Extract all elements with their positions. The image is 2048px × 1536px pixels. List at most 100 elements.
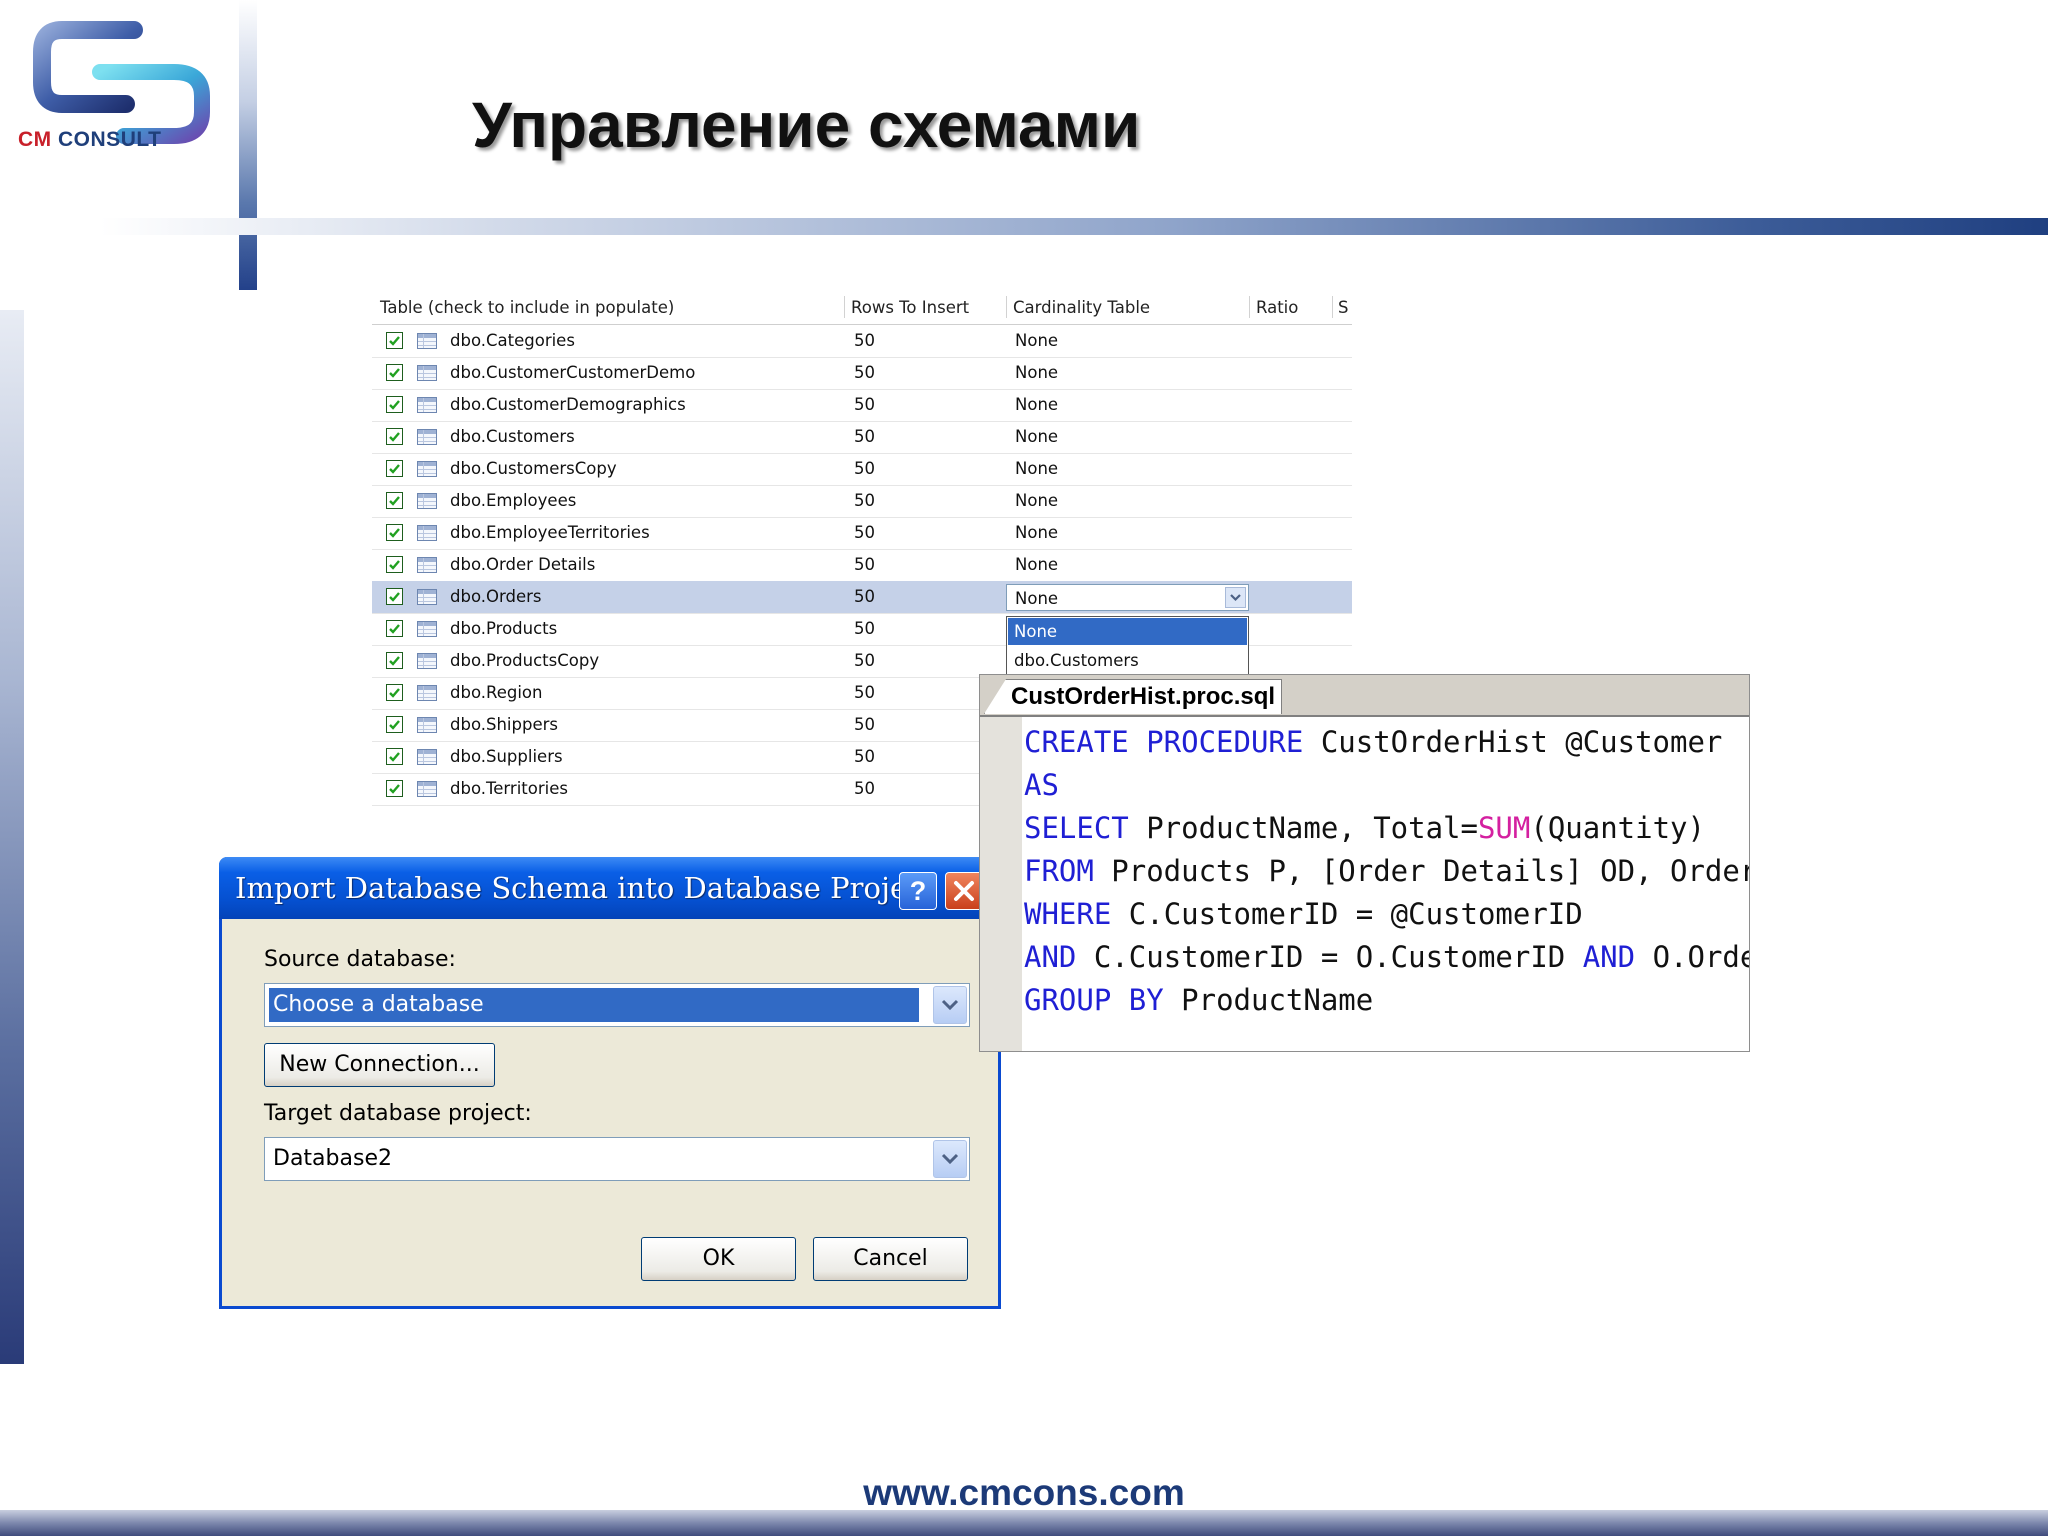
dropdown-arrow[interactable] [1225,587,1246,608]
dropdown-arrow[interactable] [933,1140,967,1178]
include-checkbox[interactable] [386,748,403,765]
table-row[interactable]: dbo.CustomersCopy 50 None [372,453,1352,486]
cardinality-value[interactable]: None [1015,395,1058,414]
cardinality-select[interactable]: None [1006,584,1249,611]
checkmark-icon [389,560,400,570]
rows-to-insert[interactable]: 50 [854,427,875,446]
table-icon [417,397,437,413]
include-checkbox[interactable] [386,620,403,637]
col-header-s[interactable]: S [1338,298,1348,317]
table-name: dbo.ProductsCopy [450,651,600,670]
rows-to-insert[interactable]: 50 [854,651,875,670]
table-name: dbo.Suppliers [450,747,563,766]
logo-text: CM CONSULT [18,128,162,151]
table-icon [417,429,437,445]
new-connection-button[interactable]: New Connection... [264,1043,495,1087]
table-row[interactable]: dbo.CustomerDemographics 50 None [372,389,1352,422]
grid-header: Table (check to include in populate) Row… [372,292,1352,325]
rows-to-insert[interactable]: 50 [854,459,875,478]
cardinality-value[interactable]: None [1015,363,1058,382]
col-header-rows[interactable]: Rows To Insert [851,298,969,317]
rows-to-insert[interactable]: 50 [854,619,875,638]
table-row[interactable]: dbo.Orders 50 None [372,581,1352,614]
source-database-select[interactable]: Choose a database [264,983,970,1027]
col-header-cardinality[interactable]: Cardinality Table [1013,298,1150,317]
sql-text: C.CustomerID = @CustomerID [1111,897,1583,931]
table-name: dbo.Products [450,619,558,638]
cardinality-value[interactable]: None [1015,427,1058,446]
include-checkbox[interactable] [386,780,403,797]
col-header-table[interactable]: Table (check to include in populate) [380,298,674,317]
table-icon [417,621,437,637]
help-button[interactable]: ? [899,872,937,910]
include-checkbox[interactable] [386,492,403,509]
table-icon [417,781,437,797]
dialog-titlebar: Import Database Schema into Database Pro… [219,857,1001,919]
table-icon [417,461,437,477]
include-checkbox[interactable] [386,652,403,669]
editor-gutter [980,717,1022,1051]
table-name: dbo.Region [450,683,543,702]
code-line: WHERE C.CustomerID = @CustomerID [1024,893,1749,936]
sql-code[interactable]: CREATE PROCEDURE CustOrderHist @Customer… [1024,721,1749,1022]
include-checkbox[interactable] [386,428,403,445]
include-checkbox[interactable] [386,684,403,701]
dropdown-option-none[interactable]: None [1008,618,1247,645]
rows-to-insert[interactable]: 50 [854,747,875,766]
target-project-label: Target database project: [264,1101,532,1126]
table-name: dbo.CustomerCustomerDemo [450,363,696,382]
rows-to-insert[interactable]: 50 [854,715,875,734]
table-row[interactable]: dbo.Categories 50 None [372,325,1352,358]
rows-to-insert[interactable]: 50 [854,683,875,702]
checkmark-icon [389,688,400,698]
include-checkbox[interactable] [386,364,403,381]
table-row[interactable]: dbo.Employees 50 None [372,485,1352,518]
dropdown-option-customers[interactable]: dbo.Customers [1008,647,1247,674]
include-checkbox[interactable] [386,332,403,349]
rows-to-insert[interactable]: 50 [854,587,875,606]
cardinality-value[interactable]: None [1015,491,1058,510]
rows-to-insert[interactable]: 50 [854,491,875,510]
rows-to-insert[interactable]: 50 [854,779,875,798]
cancel-button[interactable]: Cancel [813,1237,968,1281]
ok-button[interactable]: OK [641,1237,796,1281]
checkmark-icon [389,720,400,730]
table-icon [417,717,437,733]
table-row[interactable]: dbo.Order Details 50 None [372,549,1352,582]
rows-to-insert[interactable]: 50 [854,523,875,542]
sql-editor: CustOrderHist.proc.sql CREATE PROCEDURE … [979,674,1750,1052]
sql-keyword: SELECT [1024,811,1129,845]
include-checkbox[interactable] [386,588,403,605]
cardinality-value[interactable]: None [1015,555,1058,574]
cardinality-value[interactable]: None [1015,459,1058,478]
target-project-select[interactable]: Database2 [264,1137,970,1181]
dialog-body: Source database: Choose a database New C… [228,919,992,1303]
rows-to-insert[interactable]: 50 [854,555,875,574]
include-checkbox[interactable] [386,396,403,413]
cardinality-value[interactable]: None [1015,523,1058,542]
cardinality-value[interactable]: None [1015,331,1058,350]
rows-to-insert[interactable]: 50 [854,331,875,350]
checkmark-icon [389,368,400,378]
dropdown-arrow[interactable] [933,986,967,1024]
checkmark-icon [389,496,400,506]
rows-to-insert[interactable]: 50 [854,363,875,382]
include-checkbox[interactable] [386,524,403,541]
table-row[interactable]: dbo.Customers 50 None [372,421,1352,454]
table-name: dbo.Categories [450,331,575,350]
col-header-ratio[interactable]: Ratio [1256,298,1298,317]
rows-to-insert[interactable]: 50 [854,395,875,414]
sql-function: SUM [1477,811,1531,845]
sql-text: C.CustomerID = O.CustomerID [1076,940,1583,974]
include-checkbox[interactable] [386,460,403,477]
include-checkbox[interactable] [386,716,403,733]
close-button[interactable] [945,872,983,910]
editor-tab[interactable]: CustOrderHist.proc.sql [984,679,1283,714]
table-row[interactable]: dbo.CustomerCustomerDemo 50 None [372,357,1352,390]
decorative-vertical-bar [239,0,257,290]
table-icon [417,333,437,349]
table-row[interactable]: dbo.EmployeeTerritories 50 None [372,517,1352,550]
include-checkbox[interactable] [386,556,403,573]
sql-keyword: FROM [1024,854,1094,888]
import-schema-dialog: Import Database Schema into Database Pro… [219,857,1001,1309]
